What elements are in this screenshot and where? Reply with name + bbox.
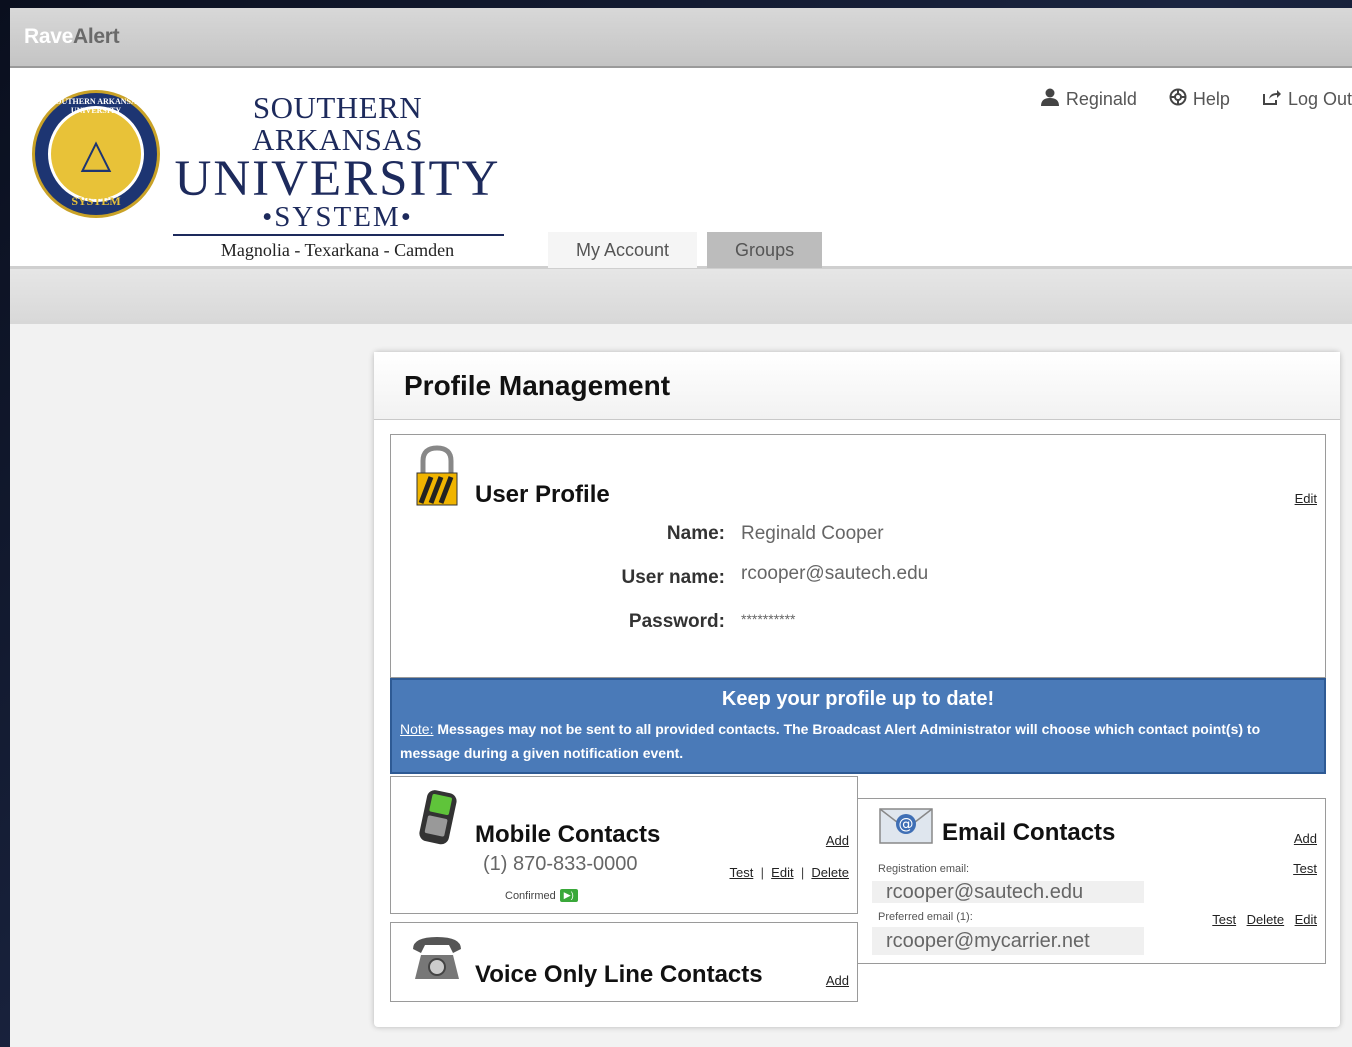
seal-ring-text: SOUTHERN ARKANSAS UNIVERSITY [50, 97, 142, 115]
mobile-add-link[interactable]: Add [826, 833, 849, 848]
help-label: Help [1192, 89, 1230, 109]
mobile-delete-link[interactable]: Delete [811, 865, 849, 880]
name-value: Reginald Cooper [741, 523, 884, 544]
top-nav: Reginald Help Log Out [1040, 88, 1352, 111]
preferred-test-link[interactable]: Test [1212, 912, 1236, 927]
header: SOUTHERN ARKANSAS UNIVERSITY △ SYSTEM SO… [10, 68, 1352, 268]
padlock-icon [415, 445, 459, 512]
user-menu[interactable]: Reginald [1040, 88, 1137, 111]
rave-alert-logo: RaveAlert [24, 25, 120, 49]
app-topbar: RaveAlert [10, 8, 1352, 68]
telephone-icon [409, 933, 465, 988]
user-name: Reginald [1065, 89, 1137, 109]
logout-link[interactable]: Log Out [1262, 88, 1352, 111]
voice-contacts-section: Voice Only Line Contacts Add [390, 922, 858, 1002]
speaker-icon: ▶) [559, 889, 578, 902]
brand-alert: Alert [73, 25, 120, 48]
wordmark-line1: SOUTHERN ARKANSAS [251, 90, 424, 157]
password-value: ********** [741, 611, 796, 627]
main-tabs: My Account Groups [548, 232, 823, 268]
wordmark-campuses: Magnolia - Texarkana - Camden [220, 240, 455, 260]
wordmark-rule [173, 234, 504, 236]
note-text: Note: Messages may not be sent to all pr… [400, 717, 1316, 765]
preferred-email-value: rcooper@mycarrier.net [872, 927, 1144, 955]
brand-rave: Rave [24, 25, 74, 48]
registration-email-value: rcooper@sautech.edu [872, 881, 1144, 903]
mobile-phone-icon [417, 789, 457, 850]
field-row-password: Password: ********** [391, 611, 991, 633]
name-label: Name: [666, 523, 725, 544]
profile-note-banner: Keep your profile up to date! Note: Mess… [390, 678, 1326, 774]
username-label: User name: [621, 567, 726, 588]
sub-navigation-bar [10, 266, 1352, 324]
separator: | [797, 865, 812, 880]
registration-email-label: Registration email: [878, 863, 970, 875]
mobile-contacts-title: Mobile Contacts [475, 821, 661, 848]
mobile-test-link[interactable]: Test [729, 865, 753, 880]
profile-management-panel: Profile Management User Profile Edit Nam… [374, 352, 1340, 1027]
preferred-email-label: Preferred email (1): [878, 911, 973, 923]
university-seal: SOUTHERN ARKANSAS UNIVERSITY △ SYSTEM [32, 90, 160, 218]
password-label: Password: [628, 611, 725, 632]
logout-icon [1262, 89, 1282, 110]
user-profile-section: User Profile Edit Name: Reginald Cooper … [390, 434, 1326, 678]
note-heading: Keep your profile up to date! [721, 688, 995, 710]
registration-test-link[interactable]: Test [1293, 861, 1317, 876]
user-profile-edit-link[interactable]: Edit [1295, 491, 1317, 506]
logout-label: Log Out [1287, 89, 1352, 109]
email-add-link[interactable]: Add [1294, 831, 1317, 846]
email-contacts-section: @ Email Contacts Add Registration email:… [858, 798, 1326, 964]
voice-add-link[interactable]: Add [826, 973, 849, 988]
mobile-status-label: Confirmed [505, 889, 556, 902]
voice-contacts-title: Voice Only Line Contacts [475, 961, 763, 988]
preferred-delete-link[interactable]: Delete [1247, 912, 1285, 927]
svg-text:@: @ [899, 815, 914, 833]
panel-title: Profile Management [374, 352, 1340, 420]
app-frame: RaveAlert SOUTHERN ARKANSAS UNIVERSITY △… [10, 8, 1352, 1047]
help-link[interactable]: Help [1169, 88, 1230, 111]
email-contacts-title: Email Contacts [942, 819, 1116, 846]
note-prefix: Note: [400, 721, 434, 737]
lifebuoy-icon [1169, 88, 1187, 111]
tab-groups[interactable]: Groups [707, 232, 823, 268]
user-profile-title: User Profile [475, 481, 610, 508]
mobile-contacts-section: Mobile Contacts Add (1) 870-833-0000 Tes… [390, 776, 858, 914]
note-body: Messages may not be sent to all provided… [400, 721, 1261, 761]
mobile-edit-link[interactable]: Edit [771, 865, 793, 880]
user-icon [1040, 88, 1060, 111]
tab-my-account[interactable]: My Account [548, 232, 698, 268]
university-wordmark: SOUTHERN ARKANSAS UNIVERSITY •SYSTEM• Ma… [165, 92, 510, 262]
preferred-edit-link[interactable]: Edit [1295, 912, 1317, 927]
field-row-name: Name: Reginald Cooper [391, 523, 991, 545]
username-value: rcooper@sautech.edu [741, 563, 929, 584]
mobile-number: (1) 870-833-0000 [483, 853, 638, 875]
seal-bottom-text: SYSTEM [71, 194, 121, 208]
field-row-username: User name: rcooper@sautech.edu [391, 563, 991, 589]
separator: | [756, 865, 772, 880]
mobile-status: Confirmed ▶) [505, 889, 578, 902]
seal-emblem-icon: △ [48, 106, 144, 202]
email-envelope-icon: @ [878, 807, 934, 850]
mobile-actions: Test | Edit | Delete [729, 865, 849, 880]
wordmark-line2: UNIVERSITY [174, 151, 501, 207]
preferred-email-actions: Test Delete Edit [1206, 911, 1317, 929]
